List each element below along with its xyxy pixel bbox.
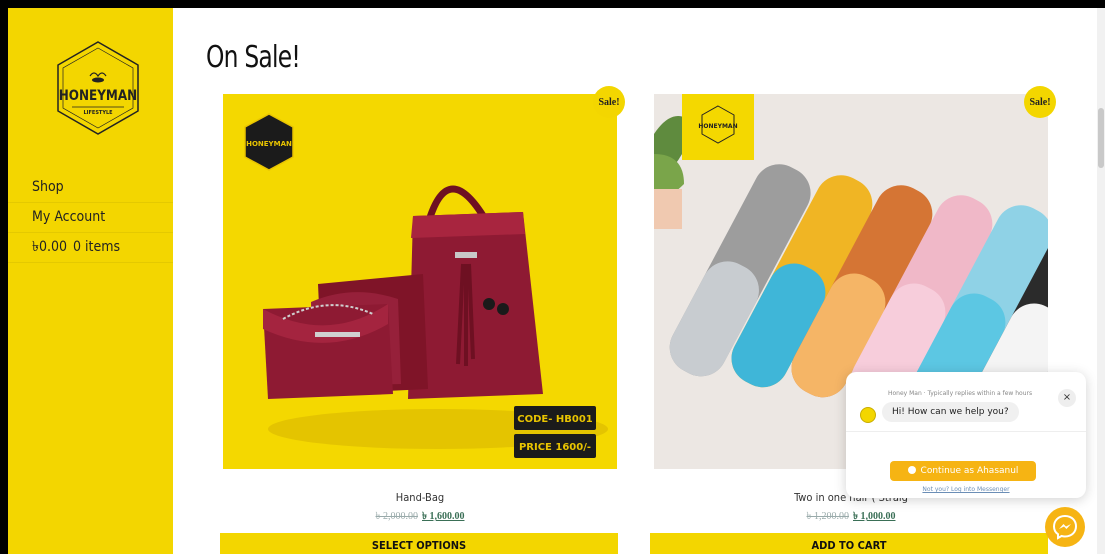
product-price: ৳ 2,000.00 ৳ 1,600.00 bbox=[223, 509, 617, 526]
scrollbar-thumb[interactable] bbox=[1098, 108, 1104, 168]
messenger-login-link[interactable]: Not you? Log into Messenger bbox=[846, 486, 1086, 493]
add-to-cart-button[interactable]: ADD TO CART bbox=[650, 533, 1048, 554]
product-image-handbag[interactable]: HONEYMAN CODE- HB001 PRICE 1600/- bbox=[223, 94, 617, 469]
sale-price: ৳ 1,600.00 bbox=[422, 511, 465, 522]
continue-label: Continue as Ahasanul bbox=[920, 466, 1019, 476]
messenger-launcher-button[interactable] bbox=[1045, 507, 1085, 547]
logo-text: HONEYMAN bbox=[59, 88, 137, 104]
nav-shop[interactable]: Shop bbox=[8, 173, 173, 203]
chat-message: Hi! How can we help you? bbox=[882, 402, 1019, 422]
product-price: ৳ 1,200.00 ৳ 1,000.00 bbox=[654, 509, 1048, 526]
close-icon[interactable]: × bbox=[1058, 389, 1076, 407]
sale-price: ৳ 1,000.00 bbox=[853, 511, 896, 522]
select-options-button[interactable]: SELECT OPTIONS bbox=[220, 533, 618, 554]
browser-frame: HONEYMAN LIFESTYLE Shop My Account ৳0.00… bbox=[8, 8, 1105, 554]
old-price: ৳ 1,200.00 bbox=[806, 511, 849, 522]
messenger-icon bbox=[907, 466, 916, 474]
handbag-illustration: HONEYMAN CODE- HB001 PRICE 1600/- bbox=[244, 113, 608, 458]
chat-divider bbox=[846, 431, 1086, 432]
product-card: HONEYMAN CODE- HB001 PRICE 1600/- Sale! … bbox=[223, 86, 625, 526]
messenger-chat-popup: Honey Man · Typically replies within a f… bbox=[846, 372, 1086, 498]
card-logo-text: HONEYMAN bbox=[246, 140, 292, 148]
messenger-icon bbox=[1052, 514, 1078, 540]
continue-button[interactable]: Continue as Ahasanul bbox=[890, 461, 1036, 481]
product-name[interactable]: Hand-Bag bbox=[223, 491, 617, 505]
old-price: ৳ 2,000.00 bbox=[375, 511, 418, 522]
sidebar-nav: Shop My Account ৳0.00 0 items bbox=[8, 173, 173, 263]
sale-badge: Sale! bbox=[1024, 86, 1056, 118]
chat-avatar bbox=[860, 407, 876, 423]
nav-my-account[interactable]: My Account bbox=[8, 203, 173, 233]
card-logo-text: HONEYMAN bbox=[698, 123, 737, 130]
page-title: On Sale! bbox=[206, 40, 301, 75]
sale-badge: Sale! bbox=[593, 86, 625, 118]
chat-header: Honey Man · Typically replies within a f… bbox=[888, 390, 1033, 397]
logo-subtext: LIFESTYLE bbox=[83, 110, 113, 116]
cart-items: 0 items bbox=[73, 239, 121, 255]
scrollbar[interactable] bbox=[1097, 8, 1105, 554]
honeyman-logo[interactable]: HONEYMAN LIFESTYLE bbox=[56, 40, 140, 136]
price-label: PRICE 1600/- bbox=[519, 442, 591, 453]
nav-cart[interactable]: ৳0.00 0 items bbox=[8, 233, 173, 263]
cart-amount: ৳0.00 bbox=[32, 239, 68, 255]
code-label: CODE- HB001 bbox=[517, 414, 593, 425]
sidebar: HONEYMAN LIFESTYLE Shop My Account ৳0.00… bbox=[8, 8, 173, 554]
